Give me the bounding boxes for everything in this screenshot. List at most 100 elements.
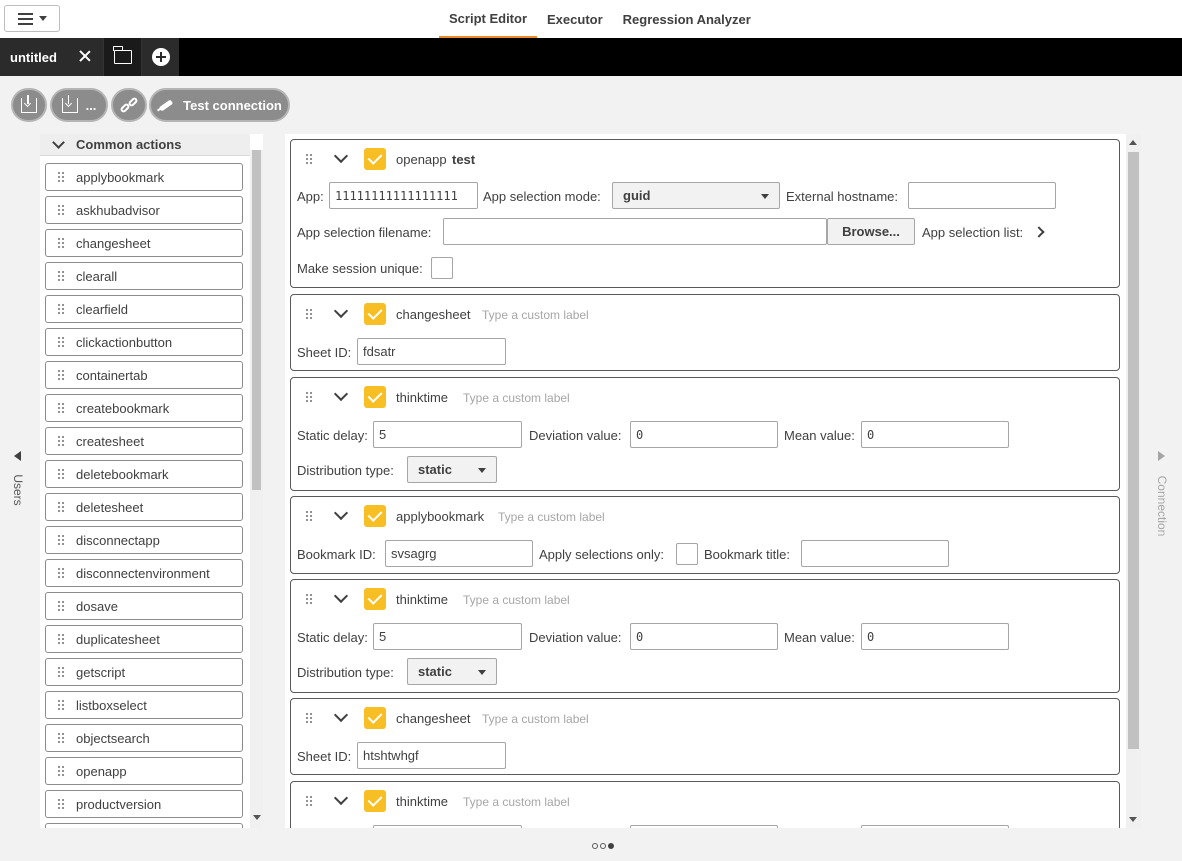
actions-scrollbar-thumb[interactable] bbox=[252, 150, 261, 490]
action-item[interactable]: disconnectenvironment bbox=[45, 559, 243, 587]
tab-script-editor[interactable]: Script Editor bbox=[439, 0, 538, 38]
make-session-unique-checkbox[interactable] bbox=[431, 257, 453, 279]
action-item[interactable]: askhubadvisor bbox=[45, 196, 243, 224]
action-item[interactable]: objectsearch bbox=[45, 724, 243, 752]
action-item[interactable]: createbookmark bbox=[45, 394, 243, 422]
script-scrollbar[interactable] bbox=[1126, 134, 1141, 828]
page-dot[interactable] bbox=[600, 843, 606, 849]
app-input[interactable]: 11111111111111111 bbox=[329, 182, 478, 209]
app-selection-mode-select[interactable]: guid bbox=[612, 182, 780, 209]
custom-label-input[interactable]: Type a custom label bbox=[455, 384, 603, 411]
grip-icon[interactable] bbox=[305, 308, 313, 320]
grip-icon[interactable] bbox=[305, 153, 313, 165]
chevron-down-icon[interactable] bbox=[333, 588, 349, 604]
close-icon[interactable] bbox=[78, 49, 92, 63]
chevron-down-icon[interactable] bbox=[333, 707, 349, 723]
check-icon[interactable] bbox=[364, 707, 386, 729]
check-icon[interactable] bbox=[364, 386, 386, 408]
check-icon[interactable] bbox=[364, 790, 386, 812]
action-item[interactable]: clearall bbox=[45, 262, 243, 290]
chevron-down-icon[interactable] bbox=[333, 505, 349, 521]
mean-value-input[interactable] bbox=[861, 825, 1009, 828]
custom-label-input[interactable]: Type a custom label bbox=[490, 503, 638, 530]
connection-side-tab[interactable]: Connection bbox=[1152, 448, 1172, 543]
action-item[interactable]: containertab bbox=[45, 361, 243, 389]
action-item[interactable]: getscript bbox=[45, 658, 243, 686]
external-hostname-input[interactable] bbox=[908, 182, 1056, 209]
chevron-down-icon[interactable] bbox=[333, 386, 349, 402]
document-tab[interactable]: untitled bbox=[0, 38, 103, 76]
action-item[interactable]: clickactionbutton bbox=[45, 328, 243, 356]
action-item[interactable]: applybookmark bbox=[45, 163, 243, 191]
action-item[interactable]: disconnectapp bbox=[45, 526, 243, 554]
script-card-changesheet: changesheet Type a custom label Sheet ID… bbox=[290, 294, 1120, 371]
actions-header[interactable]: Common actions bbox=[40, 134, 250, 156]
static-delay-input[interactable] bbox=[373, 825, 522, 828]
action-item[interactable]: productversion bbox=[45, 790, 243, 818]
action-item[interactable]: createsheet bbox=[45, 427, 243, 455]
apply-selections-only-checkbox[interactable] bbox=[676, 543, 698, 565]
sheet-id-input[interactable]: fdsatr bbox=[357, 338, 506, 365]
link-button[interactable] bbox=[111, 88, 147, 122]
chevron-down-icon[interactable] bbox=[333, 148, 349, 164]
browse-button[interactable]: Browse... bbox=[827, 218, 915, 245]
action-item[interactable]: clearfield bbox=[45, 295, 243, 323]
check-icon[interactable] bbox=[364, 505, 386, 527]
chevron-down-icon[interactable] bbox=[333, 303, 349, 319]
custom-label-input[interactable]: Type a custom label bbox=[474, 705, 622, 732]
card-label[interactable]: test bbox=[452, 152, 475, 167]
custom-label-input[interactable]: Type a custom label bbox=[474, 301, 622, 328]
action-item[interactable]: dosave bbox=[45, 592, 243, 620]
check-icon[interactable] bbox=[364, 303, 386, 325]
deviation-value-input[interactable]: 0 bbox=[630, 421, 778, 448]
mean-value-input[interactable]: 0 bbox=[861, 421, 1009, 448]
users-side-tab[interactable]: Users bbox=[8, 448, 28, 518]
card-type: applybookmark bbox=[396, 509, 485, 524]
open-file-button[interactable] bbox=[103, 38, 141, 76]
bookmark-id-input[interactable]: svsagrg bbox=[385, 540, 533, 567]
action-item[interactable]: openapp bbox=[45, 757, 243, 785]
scroll-down-icon[interactable] bbox=[253, 815, 261, 820]
mean-value-input[interactable]: 0 bbox=[861, 623, 1009, 650]
scroll-up-icon[interactable] bbox=[1129, 140, 1137, 145]
chevron-down-icon[interactable] bbox=[333, 790, 349, 806]
script-card-changesheet: changesheet Type a custom label Sheet ID… bbox=[290, 698, 1120, 775]
sheet-id-input[interactable]: htshtwhgf bbox=[357, 742, 506, 769]
save-button[interactable] bbox=[11, 88, 47, 122]
action-item[interactable]: duplicatesheet bbox=[45, 625, 243, 653]
grip-icon[interactable] bbox=[305, 510, 313, 522]
app-selection-filename-input[interactable] bbox=[443, 218, 827, 245]
custom-label-input[interactable]: Type a custom label bbox=[455, 586, 603, 613]
chevron-right-icon[interactable] bbox=[1033, 226, 1045, 238]
action-item[interactable]: listboxselect bbox=[45, 691, 243, 719]
grip-icon[interactable] bbox=[305, 712, 313, 724]
menu-button[interactable] bbox=[4, 5, 60, 32]
page-dot-active[interactable] bbox=[608, 843, 614, 849]
custom-label-input[interactable]: Type a custom label bbox=[455, 788, 603, 815]
deviation-value-input[interactable]: 0 bbox=[630, 623, 778, 650]
tab-regression-analyzer[interactable]: Regression Analyzer bbox=[613, 0, 761, 38]
new-tab-button[interactable] bbox=[141, 38, 179, 76]
check-icon[interactable] bbox=[364, 588, 386, 610]
scroll-down-icon[interactable] bbox=[1129, 817, 1137, 822]
tab-executor[interactable]: Executor bbox=[537, 0, 613, 38]
bookmark-title-input[interactable] bbox=[801, 540, 949, 567]
action-item[interactable]: deletesheet bbox=[45, 493, 243, 521]
static-delay-input[interactable]: 5 bbox=[373, 623, 522, 650]
save-as-button[interactable]: ... bbox=[50, 88, 108, 122]
action-item[interactable]: deletebookmark bbox=[45, 460, 243, 488]
distribution-type-select[interactable]: static bbox=[407, 456, 497, 483]
action-item[interactable] bbox=[45, 823, 243, 828]
test-connection-button[interactable]: Test connection bbox=[149, 88, 290, 122]
check-icon[interactable] bbox=[364, 148, 386, 170]
deviation-value-input[interactable] bbox=[630, 825, 778, 828]
script-scrollbar-thumb[interactable] bbox=[1128, 152, 1139, 749]
grip-icon[interactable] bbox=[305, 391, 313, 403]
grip-icon[interactable] bbox=[305, 795, 313, 807]
grip-icon[interactable] bbox=[305, 593, 313, 605]
distribution-type-select[interactable]: static bbox=[407, 658, 497, 685]
page-dot[interactable] bbox=[592, 843, 598, 849]
action-item[interactable]: changesheet bbox=[45, 229, 243, 257]
static-delay-input[interactable]: 5 bbox=[373, 421, 522, 448]
actions-scrollbar[interactable] bbox=[250, 150, 263, 828]
